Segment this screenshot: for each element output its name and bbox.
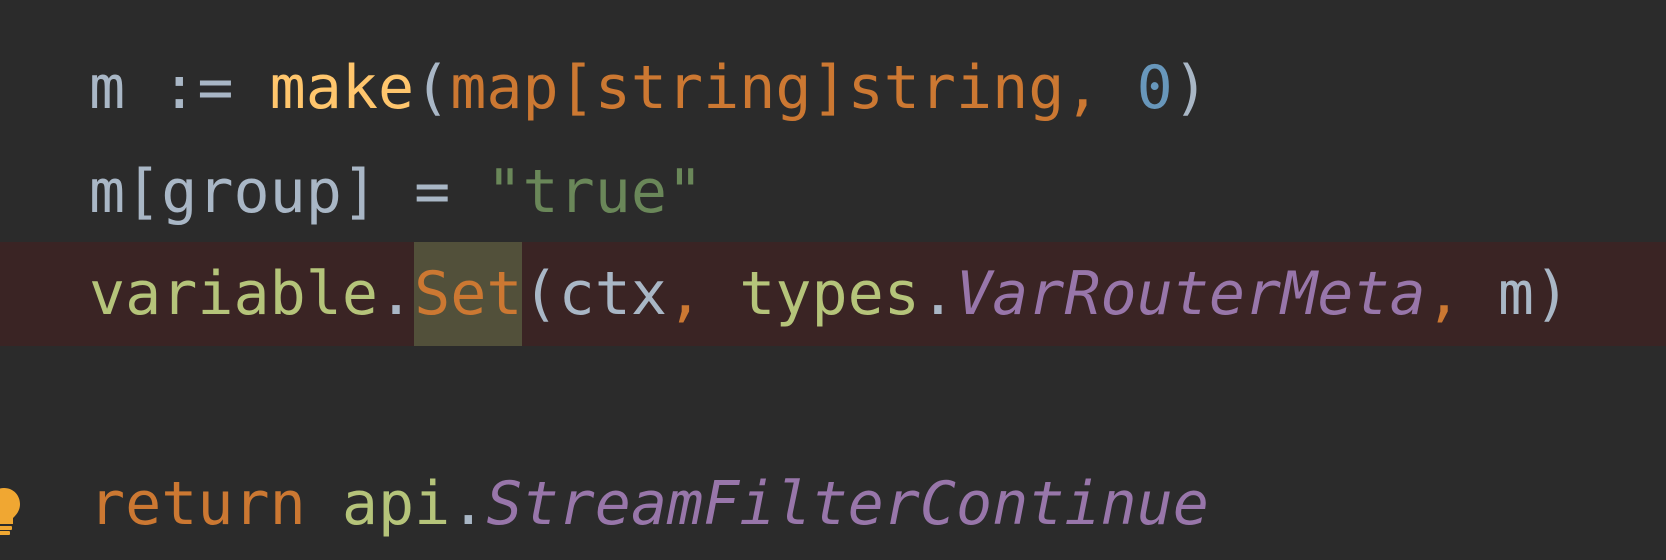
token-type: map[string]string bbox=[450, 53, 1065, 123]
code-line-5[interactable]: return api.StreamFilterContinue bbox=[0, 452, 1666, 556]
token-var: m bbox=[89, 53, 126, 123]
token-constant: VarRouterMeta bbox=[955, 259, 1426, 329]
token-var: m[group] bbox=[89, 157, 378, 227]
code-line-1[interactable]: m := make(map[string]string, 0) bbox=[0, 36, 1666, 140]
token-comma: , bbox=[666, 259, 704, 329]
token-func: make bbox=[269, 53, 415, 123]
token-constant: StreamFilterContinue bbox=[486, 469, 1209, 539]
token-eq: = bbox=[414, 157, 451, 227]
lightbulb-icon[interactable] bbox=[0, 486, 22, 536]
token-number: 0 bbox=[1136, 53, 1173, 123]
token-arg: m) bbox=[1497, 259, 1571, 329]
token-package: types bbox=[739, 259, 920, 329]
token-dot: . bbox=[377, 259, 415, 329]
token-keyword: return bbox=[89, 469, 306, 539]
token-args: (ctx bbox=[522, 259, 667, 329]
code-line-5-content: return api.StreamFilterContinue bbox=[89, 452, 1209, 556]
token-method-highlighted[interactable]: Set bbox=[414, 242, 523, 346]
code-line-2[interactable]: m[group] = "true" bbox=[0, 140, 1666, 244]
token-comma: , bbox=[1425, 259, 1462, 329]
token-package: variable bbox=[89, 259, 378, 329]
token-dot: . bbox=[919, 259, 956, 329]
code-line-3-highlighted[interactable]: variable.Set(ctx, types.VarRouterMeta, m… bbox=[0, 242, 1666, 346]
token-close-paren: ) bbox=[1172, 53, 1209, 123]
token-open-paren: ( bbox=[414, 53, 451, 123]
token-string: "true" bbox=[486, 157, 704, 227]
code-line-1-content: m := make(map[string]string, 0) bbox=[89, 36, 1209, 140]
code-editor[interactable]: m := make(map[string]string, 0) m[group]… bbox=[0, 0, 1666, 560]
code-line-4-empty[interactable] bbox=[0, 344, 1666, 448]
token-comma: , bbox=[1064, 53, 1101, 123]
token-assign: := bbox=[161, 53, 234, 123]
code-line-3-content: variable.Set(ctx, types.VarRouterMeta, m… bbox=[89, 242, 1570, 346]
token-package: api bbox=[341, 469, 451, 539]
code-line-2-content: m[group] = "true" bbox=[89, 140, 703, 244]
token-dot: . bbox=[450, 469, 487, 539]
